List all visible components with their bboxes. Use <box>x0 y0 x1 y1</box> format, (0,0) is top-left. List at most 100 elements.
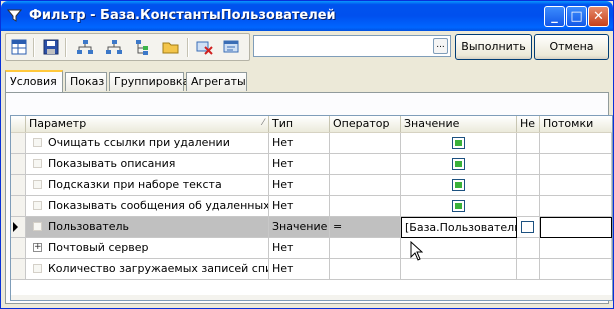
cell-operator[interactable] <box>330 133 401 154</box>
cell-value[interactable] <box>401 259 517 280</box>
cell-param[interactable]: Подсказки при наборе текста <box>26 175 269 196</box>
tab-aggregates[interactable]: Агрегаты <box>186 72 247 91</box>
row-checkbox[interactable] <box>33 159 42 168</box>
column-header-type[interactable]: Тип <box>269 116 330 132</box>
execute-button[interactable]: Выполнить <box>455 34 532 60</box>
column-header-children[interactable]: Потомки <box>540 116 612 132</box>
row-header[interactable] <box>11 238 26 259</box>
cell-children[interactable] <box>540 259 612 280</box>
row-header[interactable] <box>11 175 26 196</box>
cell-children[interactable] <box>540 175 612 196</box>
browse-button[interactable]: ... <box>433 38 448 54</box>
maximize-button[interactable]: □ <box>566 6 587 27</box>
cell-type[interactable]: Нет <box>269 196 330 217</box>
cell-children[interactable] <box>540 154 612 175</box>
filter-expression-input[interactable]: ... <box>253 35 451 57</box>
cell-not[interactable] <box>517 196 540 217</box>
title-bar[interactable]: Фильтр - База.КонстантыПользователей _ □… <box>1 1 613 31</box>
cell-not[interactable] <box>517 154 540 175</box>
filter-window: Фильтр - База.КонстантыПользователей _ □… <box>0 0 614 309</box>
row-checkbox[interactable] <box>33 180 42 189</box>
row-header[interactable] <box>11 133 26 154</box>
cell-not[interactable] <box>517 217 540 238</box>
tree-icon[interactable] <box>76 38 94 56</box>
param-name: Очищать ссылки при удалении <box>48 136 230 149</box>
cancel-button[interactable]: Отмена <box>534 34 609 60</box>
cell-not[interactable] <box>517 133 540 154</box>
close-button[interactable]: ✕ <box>588 6 609 27</box>
column-header-value[interactable]: Значение <box>401 116 517 132</box>
expand-icon[interactable]: + <box>33 243 42 252</box>
cell-operator[interactable] <box>330 196 401 217</box>
cell-operator[interactable] <box>330 154 401 175</box>
tab-conditions[interactable]: Условия <box>5 70 63 92</box>
cell-type[interactable]: Нет <box>269 133 330 154</box>
table-row[interactable]: Показывать описания Нет <box>11 154 612 175</box>
cell-operator[interactable] <box>330 175 401 196</box>
cell-operator[interactable] <box>330 259 401 280</box>
row-header[interactable] <box>11 217 26 238</box>
cell-param[interactable]: + Почтовый сервер <box>26 238 269 259</box>
table-row[interactable]: Очищать ссылки при удалении Нет <box>11 133 612 154</box>
cell-type[interactable]: Нет <box>269 175 330 196</box>
table-row[interactable]: Количество загружаемых записей списка Нет <box>11 259 612 280</box>
cell-operator[interactable]: = <box>330 217 401 238</box>
cell-type[interactable]: Нет <box>269 154 330 175</box>
cell-type[interactable]: Нет <box>269 238 330 259</box>
cell-children[interactable] <box>540 133 612 154</box>
row-checkbox[interactable] <box>33 222 42 231</box>
cell-children[interactable] <box>540 196 612 217</box>
cell-param[interactable]: Показывать описания <box>26 154 269 175</box>
minimize-button[interactable]: _ <box>544 6 565 27</box>
cell-param[interactable]: Показывать сообщения об удаленных <box>26 196 269 217</box>
type-text: Значение <box>272 220 328 233</box>
cell-value[interactable] <box>401 133 517 154</box>
properties-icon[interactable] <box>223 38 241 56</box>
tree-branch-icon[interactable] <box>134 38 152 56</box>
param-name: Показывать описания <box>48 157 176 170</box>
value-flag-checkbox[interactable] <box>452 137 465 149</box>
value-flag-checkbox[interactable] <box>452 200 465 212</box>
cell-param[interactable]: Количество загружаемых записей списка <box>26 259 269 280</box>
tab-grouping[interactable]: Группировка <box>109 72 189 91</box>
table-row[interactable]: Подсказки при наборе текста Нет <box>11 175 612 196</box>
table-row[interactable]: Показывать сообщения об удаленных Нет <box>11 196 612 217</box>
cell-operator[interactable] <box>330 238 401 259</box>
row-header[interactable] <box>11 154 26 175</box>
row-header[interactable] <box>11 196 26 217</box>
cell-not[interactable] <box>517 238 540 259</box>
open-folder-icon[interactable] <box>162 38 180 56</box>
not-checkbox[interactable] <box>521 221 534 233</box>
table-row[interactable]: Пользователь Значение = [База.Пользователь] <box>11 217 612 238</box>
value-flag-checkbox[interactable] <box>452 158 465 170</box>
table-icon[interactable] <box>10 38 28 56</box>
row-checkbox[interactable] <box>33 138 42 147</box>
column-header-param[interactable]: Параметр ⁄ <box>26 116 269 132</box>
delete-icon[interactable] <box>196 38 214 56</box>
cell-param[interactable]: Пользователь <box>26 217 269 238</box>
table-row[interactable]: + Почтовый сервер Нет <box>11 238 612 259</box>
cell-value[interactable] <box>401 175 517 196</box>
horizontal-scrollbar[interactable] <box>11 295 612 300</box>
toolbar <box>5 33 250 61</box>
row-checkbox[interactable] <box>33 264 42 273</box>
row-header[interactable] <box>11 259 26 280</box>
cell-param[interactable]: Очищать ссылки при удалении <box>26 133 269 154</box>
tab-display[interactable]: Показ <box>65 72 107 91</box>
cell-children[interactable] <box>540 238 612 259</box>
row-checkbox[interactable] <box>33 201 42 210</box>
cell-type[interactable]: Нет <box>269 259 330 280</box>
cell-value[interactable] <box>401 196 517 217</box>
cell-not[interactable] <box>517 259 540 280</box>
cell-value[interactable] <box>401 154 517 175</box>
column-header-operator[interactable]: Оператор <box>330 116 401 132</box>
tree-add-icon[interactable] <box>105 38 123 56</box>
cell-children[interactable] <box>540 217 612 238</box>
cell-type[interactable]: Значение <box>269 217 330 238</box>
cell-value[interactable]: [База.Пользователь] <box>401 217 517 238</box>
column-header-not[interactable]: Не <box>517 116 540 132</box>
save-icon[interactable] <box>42 38 60 56</box>
cell-not[interactable] <box>517 175 540 196</box>
operator-text: = <box>333 220 343 233</box>
value-flag-checkbox[interactable] <box>452 179 465 191</box>
